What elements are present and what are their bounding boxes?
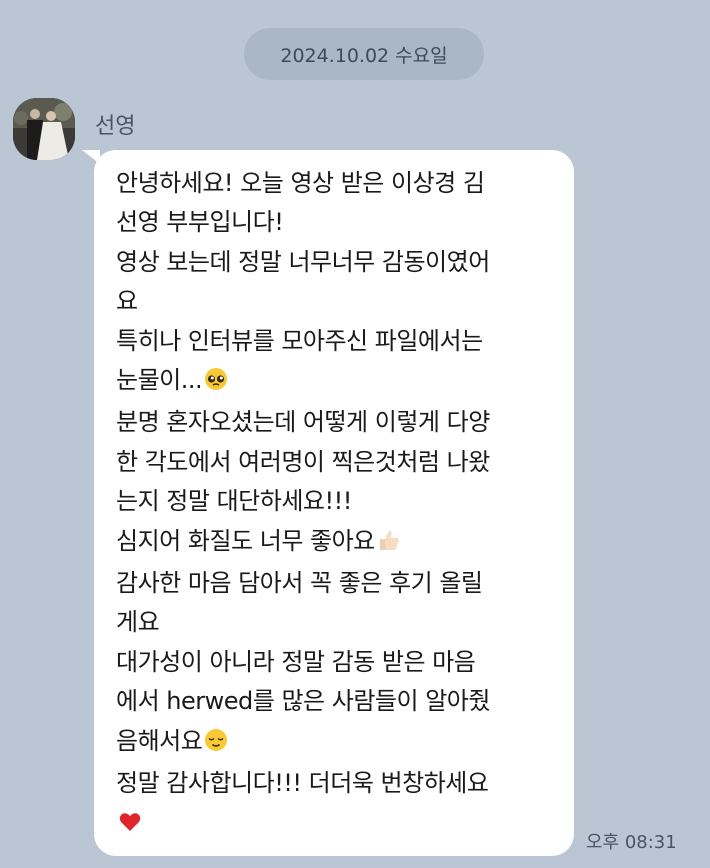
message-line: 요 <box>116 287 138 316</box>
message-line-with-emoji: 눈물이... <box>116 361 554 403</box>
message-line: 한 각도에서 여러명이 찍은것처럼 나왔 <box>116 447 490 476</box>
message-line: 게요 <box>116 608 160 637</box>
message-line: 선영 부부입니다! <box>116 208 284 237</box>
message-line: 는지 정말 대단하세요!!! <box>116 487 352 516</box>
date-separator: 2024.10.02 수요일 <box>244 28 484 80</box>
pleading-face-emoji <box>204 364 228 403</box>
sender-name: 선영 <box>95 114 136 139</box>
message-line: 영상 보는데 정말 너무너무 감동이였어 <box>116 247 490 276</box>
message-text: 심지어 화질도 너무 좋아요 <box>116 526 375 555</box>
thumbs-up-emoji <box>377 525 401 564</box>
sender-avatar[interactable] <box>13 98 75 160</box>
message-line-with-emoji: 심지어 화질도 너무 좋아요 <box>116 522 554 564</box>
message-line: 대가성이 아니라 정말 감동 받은 마음 <box>116 647 476 676</box>
red-heart-emoji <box>118 807 142 846</box>
message-text: 눈물이... <box>116 366 203 395</box>
message-bubble[interactable]: 안녕하세요! 오늘 영상 받은 이상경 김 선영 부부입니다! 영상 보는데 정… <box>94 150 574 856</box>
message-line: 특히나 인터뷰를 모아주신 파일에서는 <box>116 326 483 355</box>
wedding-photo-image <box>13 98 75 160</box>
message-text: 음해서요 <box>116 726 203 755</box>
relieved-face-emoji <box>204 725 228 764</box>
message-line-with-emoji: 음해서요 <box>116 722 554 764</box>
message-line-with-emoji <box>116 804 554 846</box>
message-timestamp: 오후 08:31 <box>586 832 677 853</box>
message-line: 감사한 마음 담아서 꼭 좋은 후기 올릴 <box>116 569 483 598</box>
message-line: 안녕하세요! 오늘 영상 받은 이상경 김 <box>116 169 485 197</box>
message-line: 분명 혼자오셨는데 어떻게 이렇게 다양 <box>116 408 490 437</box>
message-line: 정말 감사합니다!!! 더더욱 번창하세요 <box>116 769 489 798</box>
message-line: 에서 herwed를 많은 사람들이 알아줬 <box>116 687 490 716</box>
